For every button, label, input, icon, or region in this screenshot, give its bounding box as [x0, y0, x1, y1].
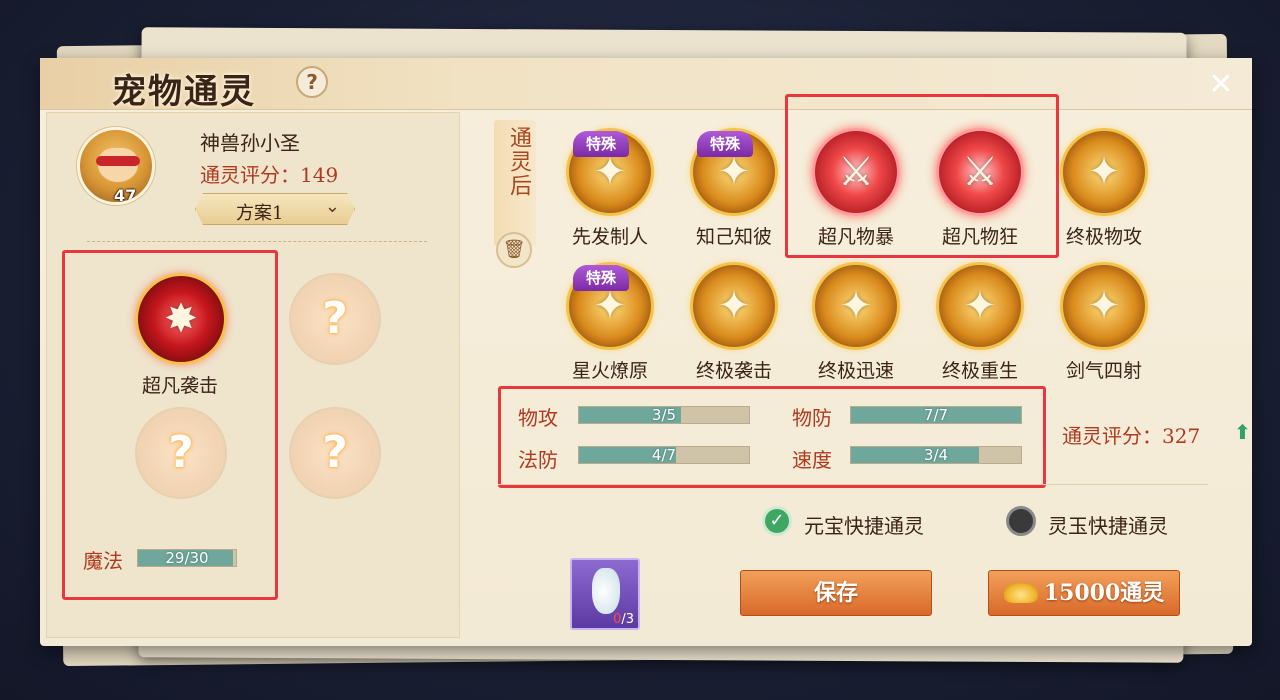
skill-slot[interactable]: ✦ 特殊 — [566, 262, 654, 350]
lingyu-option-label[interactable]: 灵玉快捷通灵 — [1048, 510, 1168, 539]
divider — [498, 484, 1208, 485]
skill-slot[interactable]: ✦ — [690, 262, 778, 350]
skill-label: 终极重生 — [941, 360, 1018, 382]
skill-slot[interactable]: ✦ — [936, 262, 1024, 350]
skill-icon: ✦ — [963, 283, 997, 329]
gold-ingot-icon — [1003, 583, 1038, 603]
skill-slot[interactable]: ✦ 特殊 — [690, 128, 778, 216]
save-button[interactable]: 保存 — [740, 570, 932, 616]
skill-label: 星火燎原 — [571, 360, 648, 382]
skill-icon: ✦ — [1087, 149, 1121, 195]
title-bar: 宠物通灵 ? ✕ — [40, 58, 1252, 112]
question-icon: ? — [322, 427, 348, 478]
after-spirit-tab[interactable]: 通灵后 — [494, 120, 536, 246]
pet-spirit-panel: 宠物通灵 ? ✕ 47 神兽孙小圣 通灵评分：149 方案1 ⌄ ✸ 超凡袭击 … — [40, 58, 1252, 646]
skill-label: 剑气四射 — [1065, 360, 1142, 382]
plan-label: 方案1 — [236, 203, 284, 224]
spirit-vase-item[interactable]: 0/3 — [570, 558, 640, 630]
skill-label: 知己知彼 — [695, 226, 772, 248]
highlight-box-top — [785, 94, 1059, 258]
special-tag: 特殊 — [697, 131, 753, 157]
empty-skill-slot[interactable]: ? — [289, 273, 381, 365]
skill-label: 先发制人 — [571, 226, 648, 248]
chevron-down-icon: ⌄ — [324, 196, 340, 217]
avatar-mask — [96, 156, 140, 166]
yuanbao-checkbox[interactable]: ✓ — [762, 506, 792, 536]
pet-score: 通灵评分：149 — [200, 163, 339, 187]
panel-title: 宠物通灵 — [112, 72, 256, 112]
pet-name: 神兽孙小圣 — [200, 131, 300, 155]
skill-icon: ✦ — [1087, 283, 1121, 329]
lingyu-checkbox[interactable] — [1006, 506, 1036, 536]
help-button[interactable]: ? — [296, 66, 328, 98]
skill-slot[interactable]: ✦ 特殊 — [566, 128, 654, 216]
score-after-label: 通灵评分：327 — [1062, 424, 1201, 448]
highlight-box-left — [62, 250, 278, 600]
plan-select-button[interactable]: 方案1 ⌄ — [195, 193, 355, 225]
pet-level: 47 — [114, 186, 137, 205]
yuanbao-option-label[interactable]: 元宝快捷通灵 — [804, 510, 924, 539]
vase-icon — [592, 568, 620, 614]
divider — [87, 241, 427, 242]
close-button[interactable]: ✕ — [1204, 68, 1238, 102]
special-tag: 特殊 — [573, 131, 629, 157]
spirit-cost-label: 15000通灵 — [1043, 580, 1165, 606]
skill-slot[interactable]: ✦ — [1060, 262, 1148, 350]
skill-slot[interactable]: ✦ — [1060, 128, 1148, 216]
trash-icon[interactable]: 🗑 — [496, 232, 532, 268]
skill-label: 终极袭击 — [695, 360, 772, 382]
special-tag: 特殊 — [573, 265, 629, 291]
highlight-box-stats — [498, 386, 1046, 488]
skill-slot[interactable]: ✦ — [812, 262, 900, 350]
skill-icon: ✦ — [717, 283, 751, 329]
spirit-cost-button[interactable]: 15000通灵 — [988, 570, 1180, 616]
skill-icon: ✦ — [839, 283, 873, 329]
item-count: 0/3 — [613, 612, 634, 627]
question-icon: ? — [322, 293, 348, 344]
after-spirit-tab-label: 通灵后 — [506, 126, 531, 198]
arrow-up-icon: ⬆ — [1234, 420, 1251, 444]
empty-skill-slot[interactable]: ? — [289, 407, 381, 499]
pet-avatar[interactable]: 47 — [77, 127, 155, 205]
skill-label: 终极迅速 — [817, 360, 894, 382]
